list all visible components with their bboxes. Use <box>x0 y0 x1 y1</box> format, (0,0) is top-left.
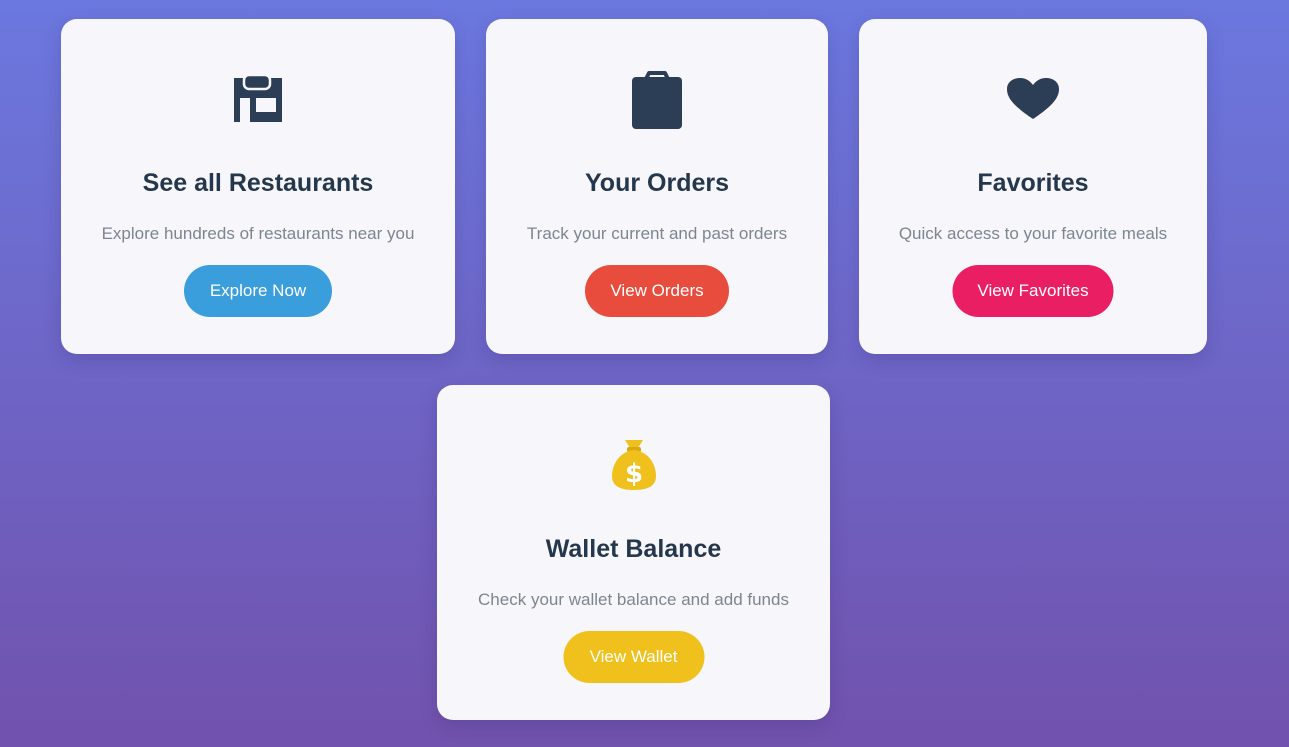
card-description: Track your current and past orders <box>526 224 788 243</box>
wallet-card: $ Wallet Balance Check your wallet balan… <box>437 385 830 720</box>
view-wallet-button[interactable]: View Wallet <box>563 631 704 683</box>
svg-text:$: $ <box>624 459 642 489</box>
card-title: See all Restaurants <box>142 169 374 197</box>
card-description: Explore hundreds of restaurants near you <box>101 224 415 243</box>
money-bag-icon: $ <box>606 437 662 493</box>
card-title: Wallet Balance <box>545 535 722 563</box>
card-title: Your Orders <box>584 169 730 197</box>
explore-now-button[interactable]: Explore Now <box>184 265 332 317</box>
view-orders-button[interactable]: View Orders <box>585 265 729 317</box>
restaurants-card: See all Restaurants Explore hundreds of … <box>61 19 455 354</box>
orders-card: Your Orders Track your current and past … <box>486 19 828 354</box>
store-icon <box>230 71 286 127</box>
card-title: Favorites <box>977 169 1089 197</box>
heart-icon <box>1005 71 1061 127</box>
card-description: Quick access to your favorite meals <box>898 224 1168 243</box>
card-description: Check your wallet balance and add funds <box>478 590 789 609</box>
shopping-bag-icon <box>629 71 685 129</box>
favorites-card: Favorites Quick access to your favorite … <box>859 19 1207 354</box>
view-favorites-button[interactable]: View Favorites <box>952 265 1114 317</box>
